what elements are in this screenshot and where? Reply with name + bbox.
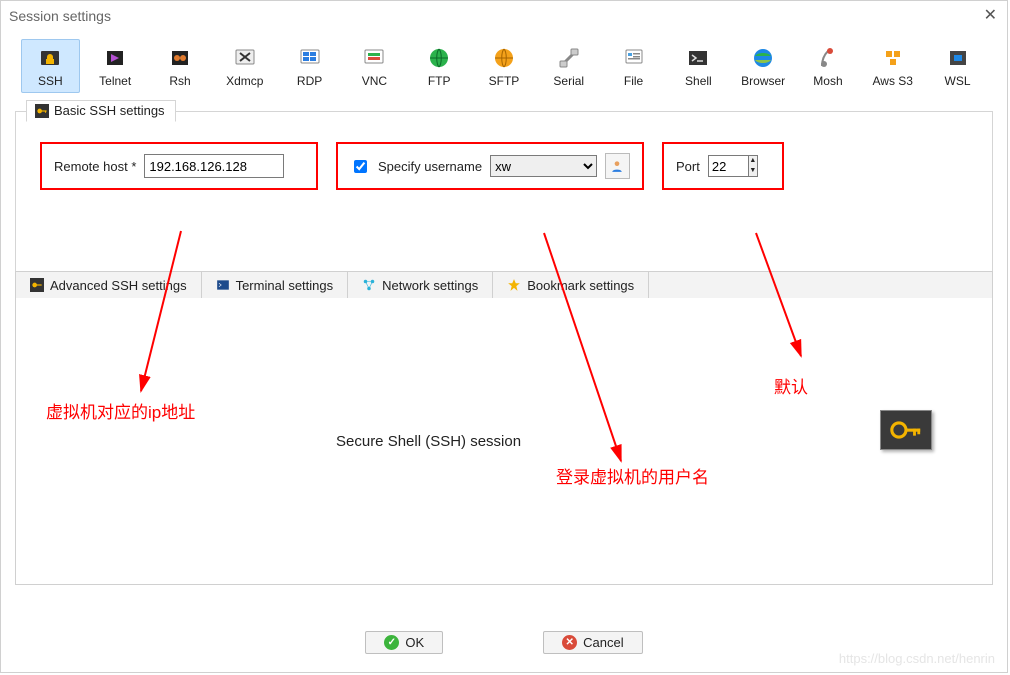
tab-terminal[interactable]: Terminal settings	[202, 272, 349, 298]
watermark: https://blog.csdn.net/henrin	[839, 651, 995, 666]
tab-bookmark[interactable]: Bookmark settings	[493, 272, 649, 298]
type-browser[interactable]: Browser	[734, 39, 793, 93]
user-picker-button[interactable]	[605, 153, 630, 179]
tab-label: Bookmark settings	[527, 278, 634, 293]
ok-button[interactable]: ✓ OK	[365, 631, 443, 654]
type-label: VNC	[346, 74, 403, 88]
spin-up-icon[interactable]: ▲	[749, 156, 757, 166]
shell-icon	[686, 46, 710, 70]
session-key-icon	[880, 410, 932, 450]
type-aws[interactable]: Aws S3	[863, 39, 922, 93]
remote-host-input[interactable]	[144, 154, 284, 178]
type-xdmcp[interactable]: Xdmcp	[215, 39, 274, 93]
annotation-ip: 虚拟机对应的ip地址	[46, 398, 195, 423]
type-file[interactable]: File	[604, 39, 663, 93]
close-icon[interactable]: ✕	[984, 5, 997, 25]
sftp-icon	[492, 46, 516, 70]
type-label: FTP	[411, 74, 468, 88]
type-label: SFTP	[476, 74, 533, 88]
key-icon	[889, 417, 923, 443]
port-group: Port ▲▼	[662, 142, 784, 190]
tab-network[interactable]: Network settings	[348, 272, 493, 298]
advanced-content: Secure Shell (SSH) session 虚拟机对应的ip地址 登录…	[16, 298, 992, 584]
specify-username-label: Specify username	[378, 159, 482, 174]
type-label: Rsh	[152, 74, 209, 88]
type-ftp[interactable]: FTP	[410, 39, 469, 93]
type-mosh[interactable]: Mosh	[799, 39, 858, 93]
ftp-icon	[427, 46, 451, 70]
tab-advanced-ssh[interactable]: Advanced SSH settings	[16, 272, 202, 298]
type-label: RDP	[281, 74, 338, 88]
telnet-icon	[103, 46, 127, 70]
type-serial[interactable]: Serial	[539, 39, 598, 93]
key-icon	[30, 278, 44, 292]
type-ssh[interactable]: SSH	[21, 39, 80, 93]
cross-icon: ✕	[562, 635, 577, 650]
xdmcp-icon	[233, 46, 257, 70]
port-spinner[interactable]: ▲▼	[708, 155, 758, 177]
terminal-icon	[216, 278, 230, 292]
aws-icon	[881, 46, 905, 70]
key-icon	[35, 104, 49, 118]
spinner-arrows[interactable]: ▲▼	[749, 155, 758, 177]
ok-label: OK	[405, 635, 424, 650]
network-icon	[362, 278, 376, 292]
subtab-head: Advanced SSH settings Terminal settings …	[16, 272, 992, 298]
remote-host-group: Remote host *	[40, 142, 318, 190]
port-input[interactable]	[708, 155, 749, 177]
annotation-port: 默认	[774, 373, 808, 398]
tab-label: Advanced SSH settings	[50, 278, 187, 293]
serial-icon	[557, 46, 581, 70]
type-label: SSH	[22, 74, 79, 88]
window-title: Session settings	[9, 8, 111, 24]
type-label: Mosh	[800, 74, 857, 88]
type-label: Serial	[540, 74, 597, 88]
type-rsh[interactable]: Rsh	[151, 39, 210, 93]
session-type-row: SSH Telnet Rsh Xdmcp RDP VNC FTP SFTP	[1, 31, 1007, 105]
type-rdp[interactable]: RDP	[280, 39, 339, 93]
settings-row: Remote host * Specify username xw Port ▲…	[16, 112, 992, 208]
basic-ssh-tab[interactable]: Basic SSH settings	[26, 100, 176, 122]
type-label: Xdmcp	[216, 74, 273, 88]
type-label: File	[605, 74, 662, 88]
wsl-icon	[946, 46, 970, 70]
type-wsl[interactable]: WSL	[928, 39, 987, 93]
browser-icon	[751, 46, 775, 70]
tab-label: Network settings	[382, 278, 478, 293]
user-icon	[610, 159, 624, 173]
star-icon	[507, 278, 521, 292]
rdp-icon	[298, 46, 322, 70]
type-label: WSL	[929, 74, 986, 88]
ssh-icon	[38, 46, 62, 70]
type-vnc[interactable]: VNC	[345, 39, 404, 93]
basic-tab-label: Basic SSH settings	[54, 103, 165, 118]
port-label: Port	[676, 159, 700, 174]
session-settings-window: Session settings ✕ SSH Telnet Rsh Xdmcp …	[0, 0, 1008, 673]
tab-label: Terminal settings	[236, 278, 334, 293]
username-select[interactable]: xw	[490, 155, 597, 177]
type-label: Aws S3	[864, 74, 921, 88]
type-telnet[interactable]: Telnet	[86, 39, 145, 93]
username-group: Specify username xw	[336, 142, 644, 190]
session-title: Secure Shell (SSH) session	[336, 433, 521, 450]
vnc-icon	[362, 46, 386, 70]
specify-username-checkbox[interactable]	[354, 160, 367, 173]
advanced-panel: Advanced SSH settings Terminal settings …	[15, 271, 993, 585]
cancel-label: Cancel	[583, 635, 623, 650]
type-label: Browser	[735, 74, 792, 88]
rsh-icon	[168, 46, 192, 70]
type-label: Telnet	[87, 74, 144, 88]
type-sftp[interactable]: SFTP	[475, 39, 534, 93]
mosh-icon	[816, 46, 840, 70]
type-shell[interactable]: Shell	[669, 39, 728, 93]
cancel-button[interactable]: ✕ Cancel	[543, 631, 642, 654]
file-icon	[622, 46, 646, 70]
type-label: Shell	[670, 74, 727, 88]
annotation-user: 登录虚拟机的用户名	[556, 463, 709, 488]
title-bar: Session settings	[1, 1, 1007, 31]
check-icon: ✓	[384, 635, 399, 650]
spin-down-icon[interactable]: ▼	[749, 166, 757, 176]
remote-host-label: Remote host *	[54, 159, 136, 174]
